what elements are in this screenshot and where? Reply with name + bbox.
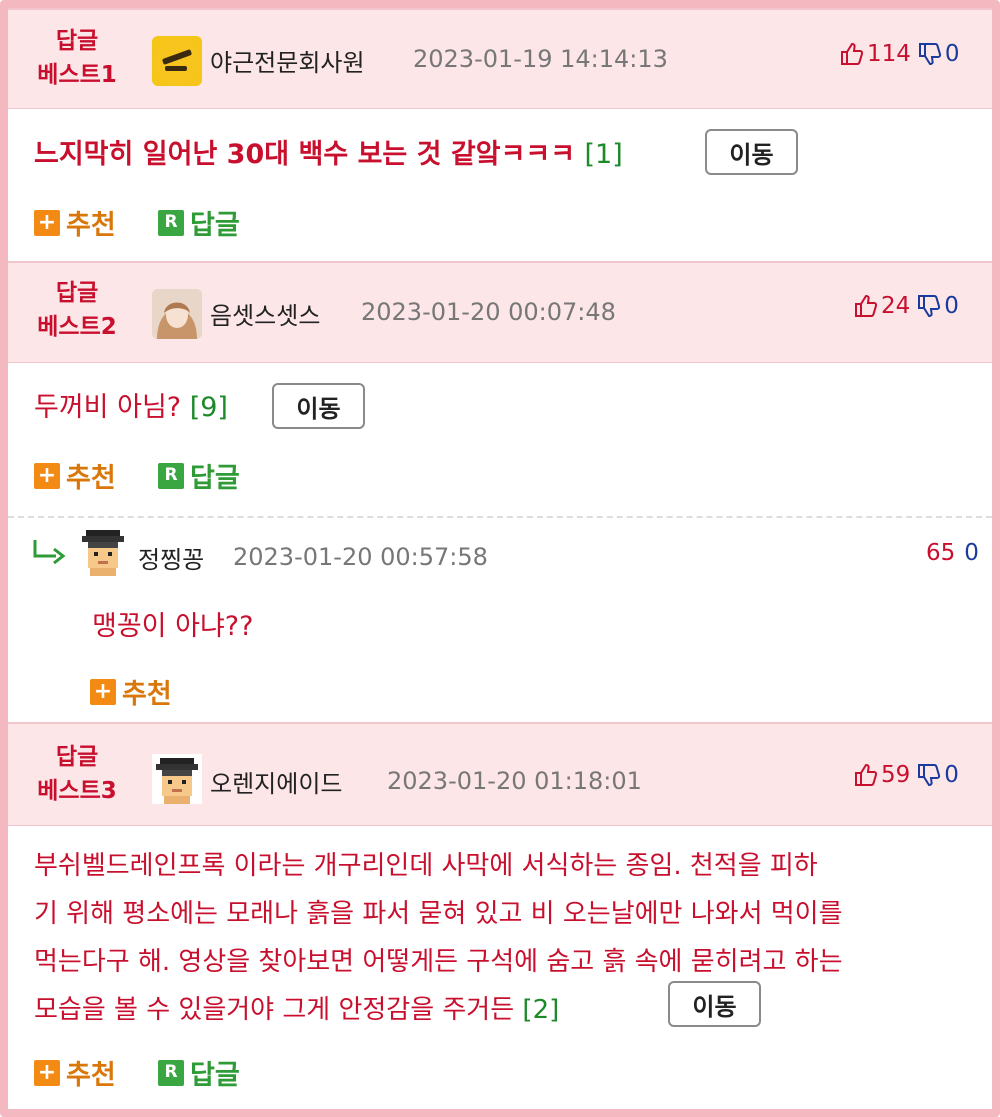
comment-date: 2023-01-20 01:18:01 <box>387 767 642 795</box>
move-button[interactable]: 이동 <box>668 981 761 1027</box>
author-nickname[interactable]: 오렌지에이드 <box>210 764 342 799</box>
author-nickname[interactable]: 정찡꽁 <box>138 540 204 575</box>
recommend-label: 추천 <box>122 679 172 710</box>
thumbs-up-icon[interactable] <box>854 763 878 787</box>
thumbs-down-icon[interactable] <box>918 42 942 66</box>
comment-header-3: 답글 베스트3 오렌지에이드 2023-01-20 01:18:01 59 0 <box>8 722 992 826</box>
comment-header-1: 답글 베스트1 야근전문회사원 2023-01-19 14:14:13 114 … <box>8 8 992 109</box>
comment-body: 두꺼비 아님? <box>34 392 182 423</box>
author-nickname[interactable]: 야근전문회사원 <box>210 43 365 78</box>
best-label-line2: 베스트2 <box>37 314 117 340</box>
thumbs-down-icon[interactable] <box>917 294 941 318</box>
comment-body-line: 먹는다구 해. 영상을 찾아보면 어떻게든 구석에 숨고 흙 속에 묻히려고 하… <box>34 947 843 977</box>
comment-body-line: 부쉬벨드레인프록 이라는 개구리인데 사막에 서식하는 종임. 천적을 피하 <box>34 851 818 881</box>
avatar-emoji-icon <box>154 38 200 84</box>
comment-header-2: 답글 베스트2 음셋스셋스 2023-01-20 00:07:48 24 0 <box>8 261 992 363</box>
best-reply-badge-1: 답글 베스트1 <box>22 24 132 92</box>
reply-count[interactable]: [9] <box>190 392 228 423</box>
upvote-count: 24 <box>881 293 911 319</box>
reply-r-icon: R <box>158 209 184 236</box>
recommend-button[interactable]: + 추천 <box>34 203 116 242</box>
avatar[interactable] <box>152 289 202 339</box>
recommend-button[interactable]: + 추천 <box>90 672 172 711</box>
plus-icon: + <box>34 209 60 236</box>
comment-body-line: 기 위해 평소에는 모래나 흙을 파서 묻혀 있고 비 오는날에만 나와서 먹이… <box>34 899 843 929</box>
best-label-line1: 답글 <box>55 280 99 306</box>
avatar[interactable] <box>152 36 202 86</box>
plus-icon: + <box>34 1059 60 1086</box>
downvote-count: 0 <box>944 41 960 67</box>
reply-button[interactable]: R 답글 <box>158 1053 240 1092</box>
vote-counts: 114 0 <box>840 41 960 67</box>
move-button[interactable]: 이동 <box>272 383 365 429</box>
author-nickname[interactable]: 음셋스셋스 <box>210 296 320 331</box>
plus-icon: + <box>90 678 116 705</box>
reply-r-icon: R <box>158 462 184 489</box>
thumbs-up-icon[interactable] <box>854 294 878 318</box>
avatar[interactable] <box>78 526 128 576</box>
upvote-count: 59 <box>881 762 911 788</box>
comment-body-line: 모습을 볼 수 있을거야 그게 안정감을 주거든 <box>34 995 515 1025</box>
pixel-avatar-icon <box>152 754 202 804</box>
comment-date: 2023-01-20 00:07:48 <box>361 298 616 326</box>
vote-counts: 59 0 <box>854 762 959 788</box>
downvote-count: 0 <box>944 762 959 788</box>
comment-date: 2023-01-19 14:14:13 <box>413 45 668 73</box>
thumbs-down-icon[interactable] <box>917 763 941 787</box>
best-reply-badge-3: 답글 베스트3 <box>22 740 132 808</box>
recommend-button[interactable]: + 추천 <box>34 456 116 495</box>
reply-button[interactable]: R 답글 <box>158 456 240 495</box>
pixel-avatar-icon <box>78 526 128 576</box>
upvote-count: 114 <box>867 41 911 67</box>
recommend-label: 추천 <box>66 463 116 494</box>
best-label-line2: 베스트1 <box>37 62 117 88</box>
recommend-button[interactable]: + 추천 <box>34 1053 116 1092</box>
vote-counts: 65 0 <box>926 540 979 566</box>
plus-icon: + <box>34 462 60 489</box>
vote-counts: 24 0 <box>854 293 959 319</box>
comment-text: 부쉬벨드레인프록 이라는 개구리인데 사막에 서식하는 종임. 천적을 피하 기… <box>34 842 984 1034</box>
reply-arrow-icon <box>33 540 66 564</box>
reply-label: 답글 <box>190 1060 240 1091</box>
avatar[interactable] <box>152 754 202 804</box>
comment-text: 느지막히 일어난 30대 백수 보는 것 같앜ㅋㅋㅋ [1] <box>34 132 623 177</box>
best-label-line2: 베스트3 <box>37 778 117 804</box>
reply-label: 답글 <box>190 210 240 241</box>
reply-r-icon: R <box>158 1059 184 1086</box>
best-reply-badge-2: 답글 베스트2 <box>22 276 132 344</box>
downvote-count: 0 <box>944 293 959 319</box>
best-label-line1: 답글 <box>55 744 99 770</box>
reply-label: 답글 <box>190 463 240 494</box>
reply-divider <box>8 516 992 518</box>
recommend-label: 추천 <box>66 1060 116 1091</box>
avatar-photo-icon <box>152 289 202 339</box>
comment-text: 두꺼비 아님? [9] <box>34 385 228 430</box>
comment-date: 2023-01-20 00:57:58 <box>233 543 488 571</box>
reply-count[interactable]: [2] <box>522 995 559 1025</box>
comment-body: 느지막히 일어난 30대 백수 보는 것 같앜ㅋㅋㅋ <box>34 139 576 170</box>
reply-count[interactable]: [1] <box>585 139 623 170</box>
comment-panel: 답글 베스트1 야근전문회사원 2023-01-19 14:14:13 114 … <box>0 0 1000 1117</box>
reply-button[interactable]: R 답글 <box>158 203 240 242</box>
best-label-line1: 답글 <box>55 28 99 54</box>
recommend-label: 추천 <box>66 210 116 241</box>
downvote-count: 0 <box>964 540 979 566</box>
move-button[interactable]: 이동 <box>705 129 798 175</box>
thumbs-up-icon[interactable] <box>840 42 864 66</box>
upvote-count: 65 <box>926 540 956 566</box>
reply-text: 맹꽁이 아냐?? <box>92 611 254 642</box>
